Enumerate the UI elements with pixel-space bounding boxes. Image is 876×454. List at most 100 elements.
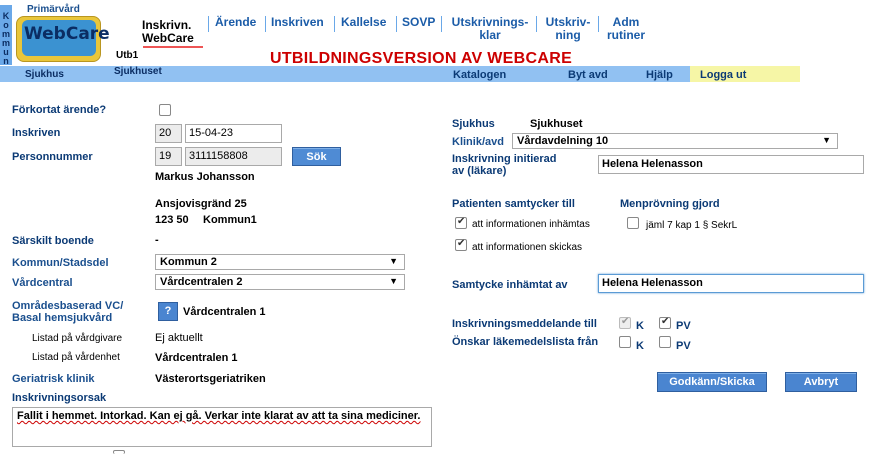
nav-separator (208, 16, 209, 32)
omradesbaserad-label-line2: Basal hemsjukvård (12, 312, 113, 324)
initierad-label-line2: av (läkare) (452, 165, 507, 177)
initierad-label-line1: Inskrivning initierad (452, 153, 557, 165)
listad-vardgivare-value: Ej aktuellt (155, 332, 203, 344)
inskriven-label: Inskriven (12, 127, 61, 139)
samtycker-inhamtas-label: att informationen inhämtas (472, 219, 590, 230)
omradesbaserad-value: Vårdcentralen 1 (183, 306, 266, 318)
katalogen-link[interactable]: Katalogen (453, 69, 506, 81)
samtycke-inhamtat-input[interactable]: Helena Helenasson (598, 274, 864, 293)
godkann-skicka-button[interactable]: Godkänn/Skicka (657, 372, 767, 392)
meddelande-k-checkbox[interactable] (619, 316, 631, 329)
nav-separator (265, 16, 266, 32)
nav-utskrivningsklar-line2: klar (479, 28, 501, 42)
geriatrisk-value: Västerortsgeriatriken (155, 373, 266, 385)
samtycke-inhamtat-label: Samtycke inhämtat av (452, 279, 568, 291)
address-city: Kommun1 (203, 214, 257, 226)
byt-avd-link[interactable]: Byt avd (568, 69, 608, 81)
nav-adm-line2: rutiner (606, 28, 645, 42)
primarvard-label: Primärvård (27, 4, 80, 15)
omradesbaserad-label: Områdesbaserad VC/ Basal hemsjukvård (12, 300, 123, 324)
nav-separator (536, 16, 537, 32)
chevron-down-icon: ▼ (389, 256, 398, 266)
klinik-select-value: Vårdavdelning 10 (517, 135, 609, 147)
bottom-checkbox-partial[interactable] (113, 450, 125, 454)
vardcentral-select[interactable]: Vårdcentralen 2 ▼ (155, 274, 405, 290)
meddelande-pv-label: PV (676, 320, 691, 332)
samtycker-label: Patienten samtycker till (452, 198, 575, 210)
logga-ut-link[interactable]: Logga ut (700, 69, 746, 81)
samtycker-inhamtas-checkbox[interactable] (455, 216, 467, 229)
sarskilt-boende-label: Särskilt boende (12, 235, 94, 247)
lakemedel-label: Önskar läkemedelslista från (452, 336, 599, 348)
listad-vardenhet-label: Listad på vårdenhet (32, 352, 120, 363)
klinik-select[interactable]: Vårdavdelning 10 ▼ (512, 133, 838, 149)
chevron-down-icon: ▼ (389, 276, 398, 286)
address-postal: 123 50 (155, 214, 189, 226)
listad-vardgivare-label: Listad på vårdgivare (32, 333, 123, 344)
initierad-input[interactable]: Helena Helenasson (598, 155, 864, 174)
nav-separator (396, 16, 397, 32)
meddelande-k-label: K (636, 320, 644, 332)
meddelande-label: Inskrivningsmeddelande till (452, 318, 597, 330)
personnummer-label: Personnummer (12, 151, 93, 163)
nav-utskrivningsklar[interactable]: Utskrivnings- klar (446, 16, 534, 42)
nav-adm-rutiner[interactable]: Adm rutiner (603, 16, 649, 42)
nav-sovp[interactable]: SOVP (402, 16, 435, 29)
nav-utskrivning[interactable]: Utskriv- ning (541, 16, 595, 42)
kommun-select-value: Kommun 2 (160, 256, 217, 268)
forkortat-label: Förkortat ärende? (12, 104, 107, 116)
pnr-number-field[interactable]: 3111158808 (185, 147, 282, 166)
nav-inskriven[interactable]: Inskriven (271, 16, 324, 29)
meddelande-pv-checkbox[interactable] (659, 316, 671, 329)
inskrivningsorsak-textarea[interactable]: Fallit i hemmet. Intorkad. Kan ej gå. Ve… (12, 407, 432, 447)
address-street: Ansjovisgränd 25 (155, 198, 247, 210)
nav-kallelse[interactable]: Kallelse (341, 16, 386, 29)
inskrivningsorsak-label: Inskrivningsorsak (12, 392, 107, 404)
nav-separator (441, 16, 442, 32)
nav-utskrivning-line2: ning (555, 28, 581, 42)
kommun-select[interactable]: Kommun 2 ▼ (155, 254, 405, 270)
pnr-century-field[interactable]: 19 (155, 147, 182, 166)
avbryt-button[interactable]: Avbryt (785, 372, 857, 392)
menprovning-label: Menprövning gjord (620, 198, 720, 210)
nav-separator (334, 16, 335, 32)
lakemedel-pv-label: PV (676, 340, 691, 352)
initierad-label: Inskrivning initierad av (läkare) (452, 153, 557, 177)
nav-arende[interactable]: Ärende (215, 16, 256, 29)
nav-inskrivn-line2: WebCare (142, 31, 194, 45)
training-banner: UTBILDNINGSVERSION AV WEBCARE (270, 50, 573, 67)
geriatrisk-label: Geriatrisk klinik (12, 373, 95, 385)
sjukhuset-label: Sjukhuset (114, 66, 162, 77)
nav-active-indicator (143, 46, 203, 48)
klinik-label: Klinik/avd (452, 136, 504, 148)
omradesbaserad-label-line1: Områdesbaserad VC/ (12, 300, 124, 312)
lakemedel-pv-checkbox[interactable] (659, 336, 671, 348)
omradesbaserad-help-button[interactable]: ? (158, 302, 178, 321)
chevron-down-icon: ▼ (822, 135, 831, 145)
kommun-label: Kommun (1, 11, 10, 66)
lakemedel-k-label: K (636, 340, 644, 352)
inskriven-century-field[interactable]: 20 (155, 124, 182, 143)
inskriven-date-field[interactable]: 15-04-23 (185, 124, 282, 143)
menprovning-checkbox[interactable] (627, 217, 639, 229)
nav-inskrivn-webcare[interactable]: Inskrivn. WebCare (142, 19, 194, 45)
vardcentral-label: Vårdcentral (12, 277, 73, 289)
sjukhus-label: Sjukhus (452, 118, 495, 130)
utb-label: Utb1 (116, 50, 139, 61)
forkortat-checkbox[interactable] (159, 104, 171, 116)
sjukhus-value: Sjukhuset (530, 118, 583, 130)
sok-button[interactable]: Sök (292, 147, 341, 166)
menprovning-option-label: jäml 7 kap 1 § SekrL (646, 220, 738, 231)
sarskilt-boende-value: - (155, 234, 159, 246)
listad-vardenhet-value: Vårdcentralen 1 (155, 352, 238, 364)
samtycker-skickas-checkbox[interactable] (455, 238, 467, 251)
hjalp-link[interactable]: Hjälp (646, 69, 673, 81)
lakemedel-k-checkbox[interactable] (619, 336, 631, 348)
vardcentral-select-value: Vårdcentralen 2 (160, 276, 243, 288)
kommun-label: Kommun/Stadsdel (12, 257, 109, 269)
webcare-logo-text: WebCare (24, 24, 110, 44)
patient-name: Markus Johansson (155, 171, 255, 183)
samtycker-skickas-label: att informationen skickas (472, 242, 583, 253)
nav-separator (598, 16, 599, 32)
sjukhus-tab[interactable]: Sjukhus (25, 69, 64, 80)
